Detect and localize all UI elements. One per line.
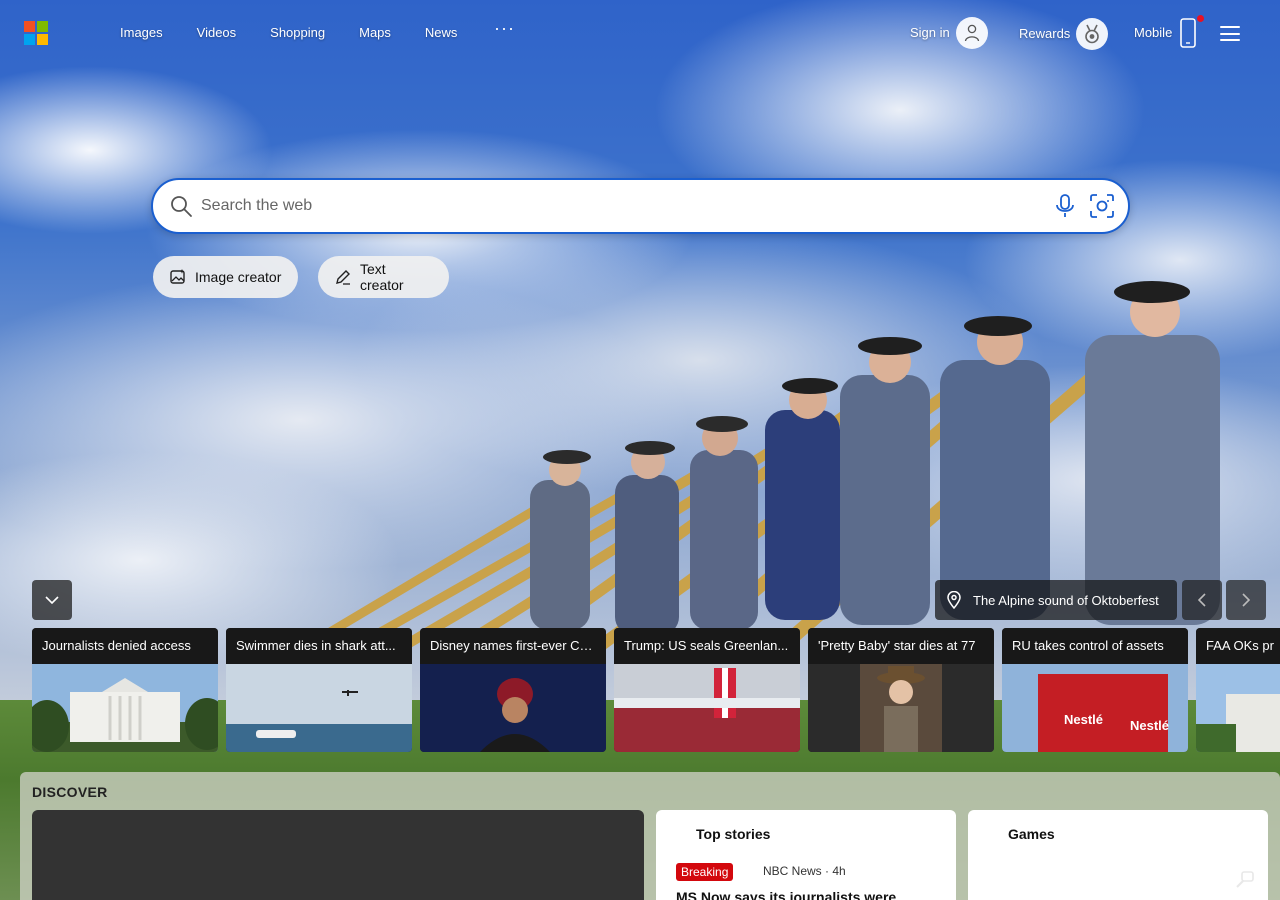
phone-icon[interactable]	[1180, 18, 1196, 48]
search-box	[151, 178, 1130, 234]
search-icon	[171, 196, 192, 217]
news-card-title: Trump: US seals Greenlan...	[614, 628, 800, 664]
news-card-image	[808, 664, 994, 752]
microphone-icon[interactable]	[1053, 193, 1077, 219]
location-pin-icon	[947, 591, 961, 609]
nav-images[interactable]: Images	[120, 25, 163, 40]
news-card[interactable]: Disney names first-ever CTO	[420, 628, 606, 752]
nav-videos[interactable]: Videos	[197, 25, 237, 40]
nav-shopping[interactable]: Shopping	[270, 25, 325, 40]
top-stories-card: Top stories Breaking NBC News · 4h MS No…	[656, 810, 956, 900]
vertical-links: Images Videos Shopping Maps News	[120, 25, 491, 40]
image-caption[interactable]: The Alpine sound of Oktoberfest	[935, 580, 1177, 620]
hamburger-icon[interactable]	[1220, 26, 1240, 41]
news-card-title: 'Pretty Baby' star dies at 77	[808, 628, 994, 664]
news-card-image	[614, 664, 800, 752]
story-source: NBC News · 4h	[763, 864, 846, 878]
rewards-medal-icon[interactable]	[1076, 18, 1108, 50]
news-card[interactable]: 'Pretty Baby' star dies at 77	[808, 628, 994, 752]
search-input[interactable]	[201, 189, 1021, 223]
news-card[interactable]: RU takes control of assets Nestlé Nestlé	[1002, 628, 1188, 752]
news-card-title: Disney names first-ever CTO	[420, 628, 606, 664]
news-card-image	[420, 664, 606, 752]
news-card-image	[226, 664, 412, 752]
top-stories-heading[interactable]: Top stories	[696, 826, 770, 842]
news-card[interactable]: Journalists denied access	[32, 628, 218, 752]
image-caption-text: The Alpine sound of Oktoberfest	[973, 592, 1159, 608]
feedback-icon[interactable]	[1234, 868, 1256, 890]
news-card[interactable]: Swimmer dies in shark att...	[226, 628, 412, 752]
discover-heading: DISCOVER	[32, 784, 108, 800]
notification-dot	[1197, 15, 1204, 22]
chevron-left-icon	[1198, 593, 1206, 607]
camera-icon[interactable]	[1088, 192, 1116, 220]
text-creator-label: Text creator	[360, 261, 404, 293]
pen-icon	[336, 270, 350, 285]
news-carousel: Journalists denied access Swimmer dies i…	[32, 628, 1280, 752]
alphorn-players-scene	[295, 281, 1220, 707]
news-card-title: Journalists denied access	[32, 628, 218, 664]
chevron-right-icon	[1242, 593, 1250, 607]
discover-section: DISCOVER Top stories Breaking NBC News ·…	[20, 772, 1280, 900]
chevron-down-icon	[45, 596, 59, 604]
nav-news[interactable]: News	[425, 25, 458, 40]
news-card-title: Swimmer dies in shark att...	[226, 628, 412, 664]
news-card-title: RU takes control of assets	[1002, 628, 1188, 664]
news-card-image	[32, 664, 218, 752]
sign-in-link[interactable]: Sign in	[910, 25, 950, 40]
news-card-image: Nestlé Nestlé	[1002, 664, 1188, 752]
nav-maps[interactable]: Maps	[359, 25, 391, 40]
collapse-feed-button[interactable]	[32, 580, 72, 620]
games-card: Games	[968, 810, 1268, 900]
breaking-badge: Breaking	[676, 863, 734, 881]
next-image-button[interactable]	[1226, 580, 1266, 620]
news-card[interactable]: Trump: US seals Greenlan...	[614, 628, 800, 752]
previous-image-button[interactable]	[1182, 580, 1222, 620]
more-menu-icon[interactable]: ···	[494, 18, 515, 39]
image-creator-button[interactable]: Image creator	[153, 256, 298, 298]
discover-hero-card[interactable]	[32, 810, 644, 900]
news-card-image	[1196, 664, 1280, 752]
news-card-title: FAA OKs pr	[1196, 628, 1280, 664]
news-card[interactable]: FAA OKs pr	[1196, 628, 1280, 752]
user-icon[interactable]	[956, 17, 988, 49]
svg-text:Nestlé: Nestlé	[1130, 718, 1169, 733]
image-creator-label: Image creator	[195, 269, 282, 285]
games-heading[interactable]: Games	[1008, 826, 1055, 842]
svg-text:Nestlé: Nestlé	[1064, 712, 1103, 727]
microsoft-logo-icon[interactable]	[24, 21, 48, 45]
text-creator-button[interactable]: Text creator	[318, 256, 449, 298]
background-image	[0, 0, 1280, 900]
top-navigation: Images Videos Shopping Maps News ··· Sig…	[0, 0, 1280, 66]
image-creator-icon	[170, 269, 185, 284]
mobile-link[interactable]: Mobile	[1134, 25, 1172, 40]
rewards-link[interactable]: Rewards	[1019, 26, 1070, 41]
story-headline[interactable]: MS Now says its journalists were	[676, 889, 896, 900]
